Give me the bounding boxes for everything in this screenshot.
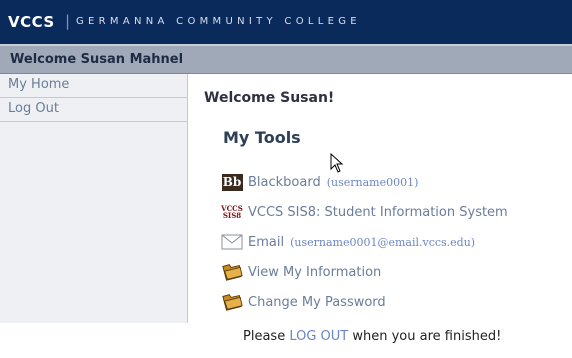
tool-view-info-link[interactable]: View My Information xyxy=(248,265,381,280)
tool-blackboard-link[interactable]: Blackboard xyxy=(248,175,321,190)
envelope-icon xyxy=(221,232,243,252)
blackboard-icon: Bb xyxy=(221,172,243,192)
logout-link[interactable]: LOG OUT xyxy=(289,329,348,344)
sidebar: My Home Log Out xyxy=(0,74,188,323)
logout-reminder: Please LOG OUT when you are finished! xyxy=(243,329,501,344)
sidebar-item-log-out[interactable]: Log Out xyxy=(0,98,187,122)
top-banner: VCCS | GERMANNA COMMUNITY COLLEGE xyxy=(0,0,572,44)
welcome-user-text: Welcome Susan Mahnel xyxy=(10,52,184,67)
tool-sis[interactable]: VCCS SIS8 VCCS SIS8: Student Information … xyxy=(221,201,508,223)
folder-icon xyxy=(221,262,243,282)
tool-change-password-link[interactable]: Change My Password xyxy=(248,295,386,310)
tools-heading: My Tools xyxy=(223,128,301,147)
tool-email-link[interactable]: Email xyxy=(248,235,284,250)
vccs-logo: VCCS xyxy=(8,13,55,31)
tool-blackboard-username: (username0001) xyxy=(326,175,419,189)
welcome-bar: Welcome Susan Mahnel xyxy=(0,44,572,74)
main-content: Welcome Susan! My Tools Bb Blackboard (u… xyxy=(188,74,572,358)
college-name: GERMANNA COMMUNITY COLLEGE xyxy=(76,16,361,27)
banner-separator: | xyxy=(65,12,71,30)
logout-reminder-before: Please xyxy=(243,329,290,344)
tool-email-address: (username0001@email.vccs.edu) xyxy=(290,235,476,249)
sidebar-item-my-home[interactable]: My Home xyxy=(0,74,187,98)
folder-icon xyxy=(221,292,243,312)
tool-sis-link[interactable]: VCCS SIS8: Student Information System xyxy=(248,205,508,220)
tool-email[interactable]: Email (username0001@email.vccs.edu) xyxy=(221,231,475,253)
tool-change-password[interactable]: Change My Password xyxy=(221,291,386,313)
sis-icon: VCCS SIS8 xyxy=(221,202,243,222)
sis-icon-line2: SIS8 xyxy=(222,211,242,220)
logout-reminder-after: when you are finished! xyxy=(348,329,502,344)
page-greeting: Welcome Susan! xyxy=(204,90,335,106)
tool-view-info[interactable]: View My Information xyxy=(221,261,381,283)
mouse-cursor-icon xyxy=(330,152,344,177)
tool-blackboard[interactable]: Bb Blackboard (username0001) xyxy=(221,171,418,193)
blackboard-icon-text: Bb xyxy=(221,173,243,191)
